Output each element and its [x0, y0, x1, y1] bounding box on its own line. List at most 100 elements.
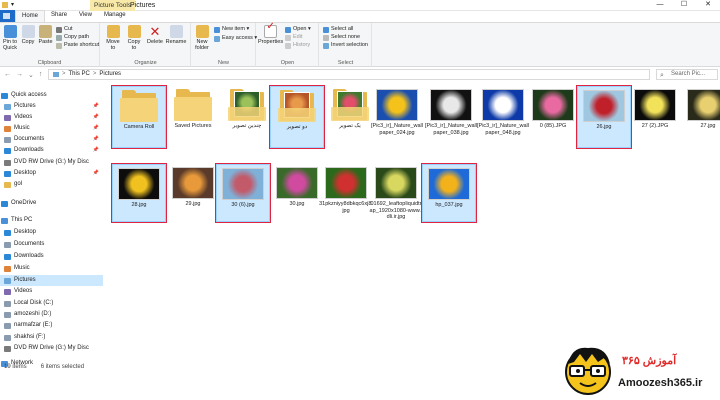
new-folder-button[interactable]: New folder: [193, 25, 211, 51]
image-file-item[interactable]: 26.jpg: [576, 85, 632, 149]
move-to-button[interactable]: Move to: [104, 25, 122, 51]
image-thumbnail: [687, 89, 720, 121]
image-file-item[interactable]: 30 (6).jpg: [215, 163, 271, 223]
breadcrumb-this-pc[interactable]: This PC: [69, 70, 90, 79]
nav-item[interactable]: Desktop: [0, 227, 103, 238]
nav-item[interactable]: Videos 📌: [0, 112, 103, 123]
copy-path-button[interactable]: Copy path: [56, 34, 89, 41]
folder-item[interactable]: Camera Roll: [111, 85, 167, 149]
nav-item-label: DVD RW Drive (G:) My Disc: [14, 159, 89, 165]
nav-item[interactable]: Pictures 📌: [0, 101, 103, 112]
nav-item[interactable]: narmafzar (E:): [0, 320, 103, 331]
nav-item[interactable]: This PC: [0, 215, 103, 226]
nav-item-label: Pictures: [14, 277, 36, 283]
paste-button[interactable]: Paste: [37, 25, 54, 45]
close-button[interactable]: ✕: [696, 0, 720, 11]
nav-item[interactable]: shakhsi (F:): [0, 332, 103, 343]
image-file-item[interactable]: 31pkzniyy8dbkqc6xj8.jpg: [319, 164, 373, 222]
nav-item-label: Desktop: [14, 170, 37, 176]
properties-button[interactable]: ✓ Properties: [258, 22, 283, 46]
easy-access-button[interactable]: Easy access ▾: [214, 35, 257, 42]
open-icon: [285, 26, 291, 33]
nav-item[interactable]: Documents: [0, 239, 103, 250]
forward-button[interactable]: →: [16, 71, 23, 79]
pin-icon[interactable]: 📌: [93, 101, 99, 112]
image-file-item[interactable]: 01692_leaftopliquidtrap_1920x1080-www.fd…: [369, 164, 423, 222]
image-file-item[interactable]: [Pic3_ir]_Nature_wallpaper_038.jpg: [424, 86, 478, 148]
nav-item-label: shakhsi (F:): [14, 334, 46, 340]
tab-share[interactable]: Share: [45, 10, 73, 22]
copy-button[interactable]: Copy: [20, 25, 36, 45]
nav-item[interactable]: Documents 📌: [0, 134, 103, 145]
nav-item[interactable]: gol: [0, 179, 103, 190]
pin-icon[interactable]: 📌: [93, 168, 99, 179]
image-file-item[interactable]: 27.jpg: [681, 86, 720, 148]
minimize-button[interactable]: —: [648, 0, 672, 11]
image-file-item[interactable]: 27 (2).JPG: [628, 86, 682, 148]
nav-item[interactable]: Downloads 📌: [0, 145, 103, 156]
delete-button[interactable]: ✕ Delete: [146, 25, 164, 45]
ribbon: Pin to Quick access Copy Paste Cut Copy …: [0, 22, 720, 67]
folder-item[interactable]: یک تصویر: [323, 86, 377, 148]
pin-icon[interactable]: 📌: [93, 112, 99, 123]
qat-dropdown-icon[interactable]: ▾: [11, 1, 14, 8]
paste-shortcut-button[interactable]: Paste shortcut: [56, 42, 99, 49]
tab-manage[interactable]: Manage: [98, 10, 132, 22]
address-bar-row: ← → ⌄ ↑ > This PC > Pictures ⌕ Search Pi…: [0, 68, 720, 81]
history-button[interactable]: History: [285, 42, 310, 49]
folder-item[interactable]: چندین تصویر: [220, 86, 274, 148]
tab-file[interactable]: [0, 10, 15, 22]
breadcrumb-separator: >: [92, 71, 97, 77]
nav-item-label: gol: [14, 181, 23, 187]
new-item-button[interactable]: New item ▾: [214, 26, 249, 33]
nav-item[interactable]: Music 📌: [0, 123, 103, 134]
maximize-button[interactable]: ☐: [672, 0, 696, 11]
nav-item[interactable]: Downloads: [0, 251, 103, 262]
edit-button[interactable]: Edit: [285, 34, 302, 41]
select-all-button[interactable]: Select all: [323, 26, 353, 33]
image-file-item[interactable]: 28.jpg: [111, 163, 167, 223]
nav-item-icon: [4, 277, 11, 284]
nav-item[interactable]: amozeshi (D:): [0, 309, 103, 320]
copy-path-icon: [56, 34, 62, 41]
image-file-item[interactable]: 30.jpg: [270, 164, 324, 222]
tab-view[interactable]: View: [73, 10, 98, 22]
up-button[interactable]: ↑: [39, 71, 43, 79]
nav-item[interactable]: Videos: [0, 286, 103, 297]
nav-item[interactable]: Local Disk (C:): [0, 298, 103, 309]
cut-button[interactable]: Cut: [56, 26, 73, 33]
nav-item-icon: [4, 265, 11, 272]
nav-item[interactable]: Music: [0, 263, 103, 274]
pin-icon[interactable]: 📌: [93, 145, 99, 156]
image-file-item[interactable]: [Pic3_ir]_Nature_wallpaper_024.jpg: [370, 86, 424, 148]
image-thumbnail: [583, 90, 625, 122]
image-file-item[interactable]: hp_037.jpg: [421, 163, 477, 223]
nav-item[interactable]: Quick access: [0, 90, 103, 101]
tab-home[interactable]: Home: [15, 10, 46, 22]
nav-item[interactable]: OneDrive: [0, 198, 103, 209]
rename-button[interactable]: Rename: [165, 25, 187, 45]
open-button[interactable]: Open ▾: [285, 26, 311, 33]
nav-item[interactable]: Pictures: [0, 275, 103, 286]
pin-icon[interactable]: 📌: [93, 123, 99, 134]
image-file-item[interactable]: [Pic3_ir]_Nature_wallpaper_048.jpg: [476, 86, 530, 148]
nav-item[interactable]: DVD RW Drive (G:) My Disc: [0, 343, 103, 354]
select-none-button[interactable]: Select none: [323, 34, 360, 41]
history-icon: [285, 42, 291, 49]
breadcrumb-pictures[interactable]: Pictures: [99, 70, 121, 79]
back-button[interactable]: ←: [4, 71, 11, 79]
search-box[interactable]: ⌕ Search Pic...: [656, 69, 718, 80]
address-bar[interactable]: > This PC > Pictures: [48, 69, 650, 80]
folder-item[interactable]: دو تصویر: [269, 85, 325, 149]
nav-item[interactable]: Desktop 📌: [0, 168, 103, 179]
nav-item[interactable]: DVD RW Drive (G:) My Disc: [0, 157, 103, 168]
invert-selection-button[interactable]: Invert selection: [323, 42, 368, 49]
folder-item[interactable]: Saved Pictures: [166, 86, 220, 148]
pin-quick-access-button[interactable]: Pin to Quick access: [1, 25, 19, 51]
pin-quick-access-label: Pin to Quick access: [2, 39, 18, 51]
pin-icon[interactable]: 📌: [93, 134, 99, 145]
image-file-item[interactable]: 0 (85).JPG: [526, 86, 580, 148]
image-file-item[interactable]: 29.jpg: [166, 164, 220, 222]
copy-to-button[interactable]: Copy to: [125, 25, 143, 51]
recent-locations-button[interactable]: ⌄: [28, 71, 34, 79]
